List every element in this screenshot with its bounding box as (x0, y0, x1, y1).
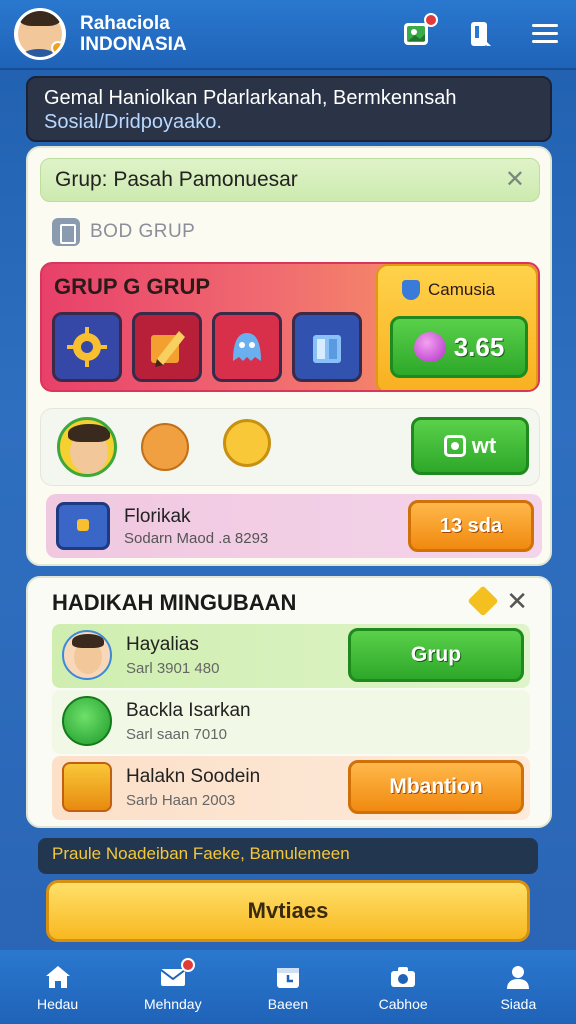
list-item-title: Halakn Soodein (126, 766, 261, 787)
shield-icon (402, 280, 420, 300)
app-header: Rahaciola INDONASIA (0, 0, 576, 70)
sub-group-row[interactable]: BOD GRUP (52, 218, 195, 246)
join-group-button[interactable]: Grup (348, 628, 524, 682)
list-item[interactable]: Halakn Soodein Sarb Haan 2003 Mbantion (52, 756, 530, 820)
group-bar[interactable]: Grup: Pasah Pamonuesar ✕ (40, 158, 540, 202)
list-item-subtitle: Sarb Haan 2003 (126, 792, 236, 809)
gem-value: 3.65 (453, 331, 505, 362)
close-icon[interactable]: ✕ (505, 168, 525, 192)
nav-label: Hedau (36, 996, 79, 1012)
list-item-title: Backla Isarkan (126, 700, 251, 721)
nav-label: Baeen (267, 996, 309, 1012)
primary-action-button[interactable]: Mvtiaes (46, 880, 530, 942)
calendar-icon (276, 968, 299, 988)
nav-label: Mehnday (143, 996, 202, 1012)
tile-box-icon[interactable] (292, 312, 362, 382)
list-item-subtitle: Sarl 3901 480 (126, 660, 220, 677)
currency-box: Camusia 3.65 (376, 264, 538, 390)
sub-group-label: BOD GRUP (90, 221, 196, 242)
gallery-icon[interactable] (400, 13, 438, 51)
currency-label: Camusia (428, 280, 496, 299)
list-item[interactable]: Hayalias Sarl 3901 480 Grup (52, 624, 530, 688)
nav-label: Cabhoe (378, 996, 428, 1012)
nav-item-profile[interactable]: Siada (468, 962, 568, 1012)
bottom-nav: Hedau Mehnday Baeen Cabhoe Siada (0, 950, 576, 1024)
nav-item-messages[interactable]: Mehnday (123, 958, 223, 1012)
weekly-card-title: HADIKAH MINGUBAAN (52, 590, 297, 615)
tile-pencil-icon[interactable] (132, 312, 202, 382)
camera-icon (443, 435, 466, 457)
camera-action-label: wt (471, 433, 497, 458)
nav-item-calendar[interactable]: Baeen (238, 962, 338, 1012)
group-bar-label: Grup: Pasah Pamonuesar (55, 168, 298, 191)
tile-gear-icon[interactable] (52, 312, 122, 382)
footer-notice: Praule Noadeiban Faeke, Bamulemeen (38, 838, 538, 874)
gem-value-button[interactable]: 3.65 (390, 316, 528, 378)
weekly-card: HADIKAH MINGUBAAN ✕ Hayalias Sarl 3901 4… (26, 576, 552, 828)
tile-ghost-icon[interactable] (212, 312, 282, 382)
app-title: Rahaciola INDONASIA (80, 13, 187, 55)
list-item-subtitle: Sarl saan 7010 (126, 726, 227, 743)
announcement-line2: Sosial/Dridpoyaako. (44, 111, 222, 133)
promo-row: Florikak Sodarn Maod .a 8293 13 sda (46, 494, 542, 558)
members-row: wt (40, 408, 540, 486)
mention-button[interactable]: Mbantion (348, 760, 524, 814)
search-badge-icon[interactable] (223, 419, 271, 467)
document-icon (52, 218, 80, 246)
camera-action-button[interactable]: wt (411, 417, 529, 475)
promo-title: Florikak (124, 506, 191, 527)
refresh-badge-icon (62, 696, 112, 746)
gem-icon (413, 332, 446, 362)
app-title-line2: INDONASIA (80, 34, 187, 55)
promo-subtitle: Sodarn Maod .a 8293 (124, 530, 269, 547)
nav-item-camera[interactable]: Cabhoe (353, 962, 453, 1012)
bookmark-icon[interactable] (464, 17, 498, 51)
grup-panel: GRUP G GRUP Camusia 3.65 (40, 262, 540, 392)
list-item[interactable]: Backla Isarkan Sarl saan 7010 (52, 690, 530, 754)
menu-icon[interactable] (528, 17, 562, 51)
promo-button[interactable]: 13 sda (408, 500, 534, 552)
home-icon (45, 966, 70, 988)
list-item-title: Hayalias (126, 634, 199, 655)
profile-icon (507, 966, 530, 989)
member-avatar[interactable] (57, 417, 117, 477)
nav-item-home[interactable]: Hedau (8, 962, 108, 1012)
star-icon (467, 585, 499, 617)
gift-icon (62, 762, 112, 812)
announcement-banner: Gemal Haniolkan Pdarlarkanah, Bermkennsa… (26, 76, 552, 142)
announcement-line1: Gemal Haniolkan Pdarlarkanah, Bermkennsa… (44, 87, 457, 109)
grup-panel-title: GRUP G GRUP (54, 274, 211, 299)
chest-icon (56, 502, 110, 550)
camera-icon (391, 967, 416, 987)
close-icon[interactable]: ✕ (506, 586, 528, 617)
user-avatar-icon (62, 630, 112, 680)
mascot-avatar[interactable] (141, 423, 189, 471)
user-avatar[interactable] (14, 8, 66, 60)
group-card: Grup: Pasah Pamonuesar ✕ BOD GRUP GRUP G… (26, 146, 552, 566)
app-title-line1: Rahaciola (80, 13, 170, 34)
nav-label: Siada (500, 996, 537, 1012)
